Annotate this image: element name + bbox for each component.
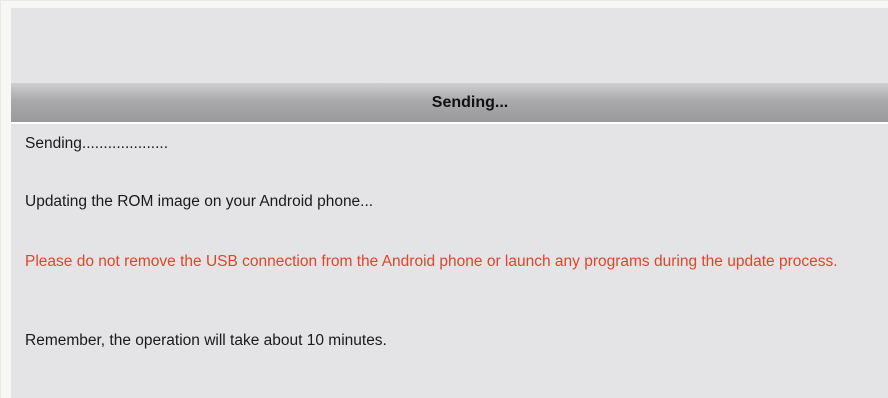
dialog-title-bar: Sending... [11,83,888,124]
update-dialog-panel: Sending... Sending.................... U… [11,8,888,398]
dialog-title: Sending... [431,94,509,111]
sending-status-text: Sending.................... [25,135,169,152]
updating-rom-text: Updating the ROM image on your Android p… [25,193,374,210]
duration-notice-text: Remember, the operation will take about … [25,332,387,349]
update-window: Sending... Sending.................... U… [0,0,888,398]
usb-warning-text: Please do not remove the USB connection … [25,253,838,270]
